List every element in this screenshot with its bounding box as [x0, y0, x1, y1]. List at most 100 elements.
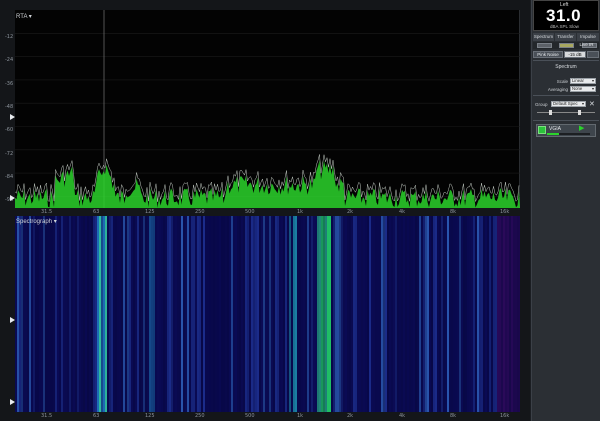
transfer-view-button[interactable] — [559, 43, 574, 48]
rta-menu-label[interactable]: RTA ▾ — [16, 13, 32, 20]
pink-noise-button[interactable]: Pink Noise — [533, 51, 563, 58]
spectrograph-band — [179, 216, 181, 412]
rta-level-marker-icon[interactable] — [10, 114, 15, 120]
tab-impulse[interactable]: Impulse — [577, 33, 599, 41]
spectrograph-band — [519, 216, 520, 412]
spec-x-tick: 4k — [399, 413, 406, 419]
spectrograph-band — [61, 216, 63, 412]
group-slider-track[interactable] — [537, 112, 595, 113]
spectrograph-band — [247, 216, 249, 412]
spectrograph-band — [379, 216, 381, 412]
rta-y-tick: -36 — [5, 81, 14, 87]
spectrograph-band — [387, 216, 389, 412]
panel-divider — [533, 95, 599, 96]
spectrograph-band — [403, 216, 405, 412]
level-step-button[interactable] — [587, 51, 599, 58]
spectrograph-band — [313, 216, 315, 412]
spectrograph-level-marker-icon[interactable] — [10, 399, 15, 405]
spectrograph-band — [137, 216, 139, 412]
tab-spectrum[interactable]: Spectrum — [533, 33, 554, 41]
spectrograph-plot[interactable] — [15, 216, 520, 412]
spectrograph-band — [261, 216, 263, 412]
spectrograph-band — [57, 216, 59, 412]
spectrograph-band — [59, 216, 61, 412]
spectrograph-band — [315, 216, 317, 412]
spectrograph-band — [319, 216, 321, 412]
spectrograph-band — [359, 216, 361, 412]
tab-transfer[interactable]: Transfer — [555, 33, 576, 41]
input-enable-toggle[interactable] — [538, 126, 546, 134]
group-slider-handle[interactable] — [549, 110, 552, 115]
spectrograph-band — [385, 216, 387, 412]
spectrograph-band — [345, 216, 347, 412]
spectrograph-band — [257, 216, 259, 412]
spectrograph-band — [485, 216, 487, 412]
spectrograph-band — [503, 216, 505, 412]
spectrograph-band — [173, 216, 175, 412]
group-select[interactable]: Default Spec ▾ — [551, 101, 586, 107]
spectrograph-band — [491, 216, 493, 412]
chevron-down-icon: ▾ — [591, 86, 594, 91]
spectrograph-band — [285, 216, 287, 412]
spectrograph-band — [221, 216, 223, 412]
spectrograph-menu-label[interactable]: Spectrograph ▾ — [16, 218, 57, 225]
scale-select[interactable]: Linear ▾ — [570, 78, 596, 84]
spectrograph-band — [455, 216, 457, 412]
spectrograph-band — [459, 216, 461, 412]
spectrograph-band — [203, 216, 205, 412]
spectrograph-level-marker-icon[interactable] — [10, 317, 15, 323]
spectrograph-band — [99, 216, 101, 412]
spectrograph-band — [151, 216, 153, 412]
live-ir-button[interactable]: Live IR — [574, 42, 599, 49]
spectrograph-band — [439, 216, 441, 412]
spectrograph-band — [259, 216, 261, 412]
group-slider-handle[interactable] — [578, 110, 581, 115]
spectrograph-band — [129, 216, 131, 412]
spectrograph-band — [35, 216, 37, 412]
spectrograph-band — [217, 216, 219, 412]
level-field[interactable]: -15 dB — [564, 51, 586, 58]
spectrograph-band — [295, 216, 297, 412]
spectrograph-band — [253, 216, 255, 412]
spec-x-tick: 31.5 — [41, 413, 53, 419]
spectrograph-band — [429, 216, 431, 412]
spectrograph-band — [401, 216, 403, 412]
rta-level-marker-icon[interactable] — [10, 195, 15, 201]
spectrograph-band — [483, 216, 485, 412]
spectrograph-band — [97, 216, 99, 412]
play-icon[interactable]: ▶ — [579, 124, 584, 132]
spectrograph-band — [89, 216, 91, 412]
spectrograph-band — [25, 216, 27, 412]
spectrograph-band — [39, 216, 41, 412]
spectrograph-band — [269, 216, 271, 412]
averaging-value: None — [572, 86, 583, 91]
spec-x-tick: 2k — [347, 413, 354, 419]
spectrograph-band — [239, 216, 241, 412]
spectrograph-band — [115, 216, 117, 412]
spectrograph-band — [411, 216, 413, 412]
spectrograph-band — [423, 216, 425, 412]
rta-y-tick: -12 — [5, 34, 14, 40]
spectrograph-band — [209, 216, 211, 412]
spectrograph-band — [353, 216, 355, 412]
spectrograph-band — [301, 216, 303, 412]
spectrograph-band — [451, 216, 453, 412]
chevron-down-icon: ▾ — [581, 101, 584, 106]
spectrograph-band — [363, 216, 365, 412]
averaging-select[interactable]: None ▾ — [570, 86, 596, 92]
rta-plot[interactable] — [14, 10, 520, 208]
spectrum-view-button[interactable] — [537, 43, 552, 48]
spectrograph-band — [109, 216, 111, 412]
spectrograph-band — [105, 216, 107, 412]
spectrograph-band — [447, 216, 449, 412]
spectrograph-band — [67, 216, 69, 412]
spectrograph-band — [251, 216, 253, 412]
input-level-fill — [547, 133, 559, 135]
spectrograph-band — [305, 216, 307, 412]
spectrograph-band — [307, 216, 309, 412]
spectrograph-band — [279, 216, 281, 412]
tools-icon[interactable]: ✕ — [589, 100, 595, 108]
spectrograph-band — [117, 216, 119, 412]
spectrograph-band — [101, 216, 103, 412]
spectrograph-band — [493, 216, 495, 412]
